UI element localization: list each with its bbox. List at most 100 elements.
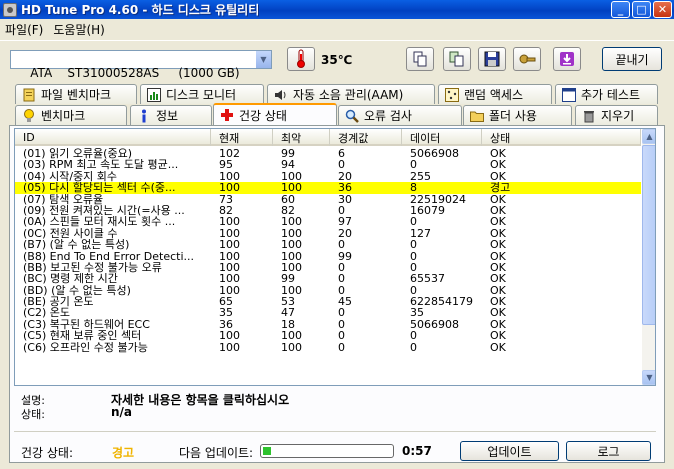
cell-worst: 100 (281, 330, 302, 342)
table-row[interactable]: (B8) End To End Error Detecti... 100 100 99… (15, 251, 641, 262)
tab-info-label: 정보 (156, 109, 179, 123)
tab-folder-usage[interactable]: 폴더 사용 (463, 105, 572, 125)
table-row[interactable]: (C6) 오프라인 수정 불가능 100 100 0 0 OK (15, 342, 641, 353)
cell-data: 16079 (410, 204, 445, 217)
cell-threshold: 0 (338, 273, 345, 285)
save-button[interactable] (478, 47, 506, 71)
menu-help[interactable]: 도움말(H) (48, 21, 110, 38)
tab-file-benchmark[interactable]: 파일 벤치마크 (15, 84, 137, 104)
scroll-down-arrow-icon[interactable]: ▼ (642, 370, 655, 385)
cell-current: 100 (219, 273, 240, 285)
toolbar: ATA ST31000528AS (1000 GB) ▼ 35℃ 끝내기 (0, 40, 674, 80)
cell-worst: 99 (281, 148, 295, 160)
column-header-status[interactable]: 상태 (482, 129, 641, 146)
tab-extra-tests[interactable]: 추가 테스트 (555, 84, 658, 104)
tab-disk-monitor[interactable]: 디스크 모니터 (140, 84, 264, 104)
column-header-id[interactable]: ID (15, 129, 211, 146)
table-row[interactable]: (BC) 명령 제한 시간 100 99 0 65537 OK (15, 273, 641, 284)
file-benchmark-icon (22, 88, 36, 102)
tab-disk-monitor-label: 디스크 모니터 (166, 88, 237, 102)
cell-threshold: 97 (338, 216, 352, 228)
table-row[interactable]: (C3) 복구된 하드웨어 ECC 36 18 0 5066908 OK (15, 319, 641, 330)
cell-worst: 100 (281, 170, 302, 183)
cell-data: 0 (410, 261, 417, 274)
column-header-worst[interactable]: 최악 (273, 129, 330, 146)
table-row[interactable]: (09) 전원 켜져있는 시간(=사용 ... 82 82 0 16079 OK (15, 205, 641, 216)
cell-threshold: 45 (338, 296, 352, 308)
table-scrollbar[interactable]: ▲ ▼ (642, 129, 655, 385)
tab-info[interactable]: 정보 (130, 105, 212, 125)
tab-health[interactable]: 건강 상태 (213, 103, 337, 125)
cell-status: OK (490, 239, 506, 251)
tab-aam-label: 자동 소음 관리(AAM) (293, 88, 404, 102)
table-row[interactable]: (04) 시작/중지 회수 100 100 20 255 OK (15, 171, 641, 182)
close-button[interactable]: ✕ (653, 1, 672, 18)
temperature-button[interactable] (287, 47, 315, 71)
tab-benchmark[interactable]: 벤치마크 (15, 105, 127, 125)
menu-bar: 파일(F) 도움말(H) (0, 19, 674, 39)
cell-id: (B8) End To End Error Detecti... (23, 250, 195, 262)
table-row[interactable]: (0C) 전원 사이클 수 100 100 20 127 OK (15, 228, 641, 239)
tab-erase[interactable]: 지우기 (575, 105, 658, 125)
options-button[interactable] (513, 47, 541, 71)
cell-status: OK (490, 284, 506, 297)
floppy-icon (484, 51, 500, 67)
minimize-button[interactable]: _ (611, 1, 630, 18)
tab-aam[interactable]: 자동 소음 관리(AAM) (267, 84, 435, 104)
column-header-threshold[interactable]: 경계값 (330, 129, 402, 146)
table-row[interactable]: (07) 탐색 오류율 73 60 30 22519024 OK (15, 194, 641, 205)
cell-current: 100 (219, 330, 240, 342)
chevron-down-icon[interactable]: ▼ (255, 51, 271, 68)
copy-all-button[interactable] (443, 47, 471, 71)
cell-data: 0 (410, 330, 417, 342)
table-row[interactable]: (0A) 스핀들 모터 재시도 횟수 ... 100 100 97 0 OK (15, 216, 641, 227)
cell-status: OK (490, 273, 506, 285)
table-header: ID 현재 최악 경계값 데이터 상태 (15, 129, 641, 146)
column-header-current[interactable]: 현재 (211, 129, 273, 146)
cell-id: (01) 읽기 오류율(중요) (23, 148, 132, 160)
scroll-up-arrow-icon[interactable]: ▲ (642, 129, 655, 144)
cell-id: (BB) 보고된 수정 불가능 오류 (23, 261, 162, 274)
table-row[interactable]: (BE) 공기 온도 65 53 45 622854179 OK (15, 296, 641, 307)
log-button[interactable]: 로그 (566, 441, 651, 461)
cell-id: (C6) 오프라인 수정 불가능 (23, 341, 148, 354)
column-header-data[interactable]: 데이터 (402, 129, 482, 146)
drive-select[interactable]: ATA ST31000528AS (1000 GB) ▼ (10, 50, 272, 80)
health-status-value: 경고 (112, 446, 135, 460)
table-row[interactable]: (03) RPM 최고 속도 도달 평균... 95 94 0 0 OK (15, 159, 641, 170)
exit-button[interactable]: 끝내기 (602, 47, 662, 71)
tab-error-scan[interactable]: 오류 검사 (338, 105, 462, 125)
cell-threshold: 6 (338, 148, 345, 160)
app-disk-icon (3, 2, 17, 17)
table-row[interactable]: (05) 다시 할당되는 섹터 수(중... 100 100 36 8 경고 (15, 182, 641, 194)
cell-id: (04) 시작/중지 회수 (23, 170, 117, 183)
menu-file[interactable]: 파일(F) (0, 21, 48, 38)
table-row[interactable]: (01) 읽기 오류율(중요) 102 99 6 5066908 OK (15, 148, 641, 159)
cell-worst: 18 (281, 318, 295, 331)
cell-current: 100 (219, 261, 240, 274)
tab-random-access[interactable]: 랜덤 액세스 (438, 84, 552, 104)
cell-status: OK (490, 261, 506, 274)
update-button[interactable]: 업데이트 (460, 441, 559, 461)
download-button[interactable] (553, 47, 581, 71)
red-cross-icon (220, 108, 234, 122)
table-body: (01) 읽기 오류율(중요) 102 99 6 5066908 OK (03) RPM 최… (15, 148, 641, 353)
window-title: HD Tune Pro 4.60 - 하드 디스크 유틸리티 (21, 3, 260, 17)
cell-current: 100 (219, 284, 240, 297)
cell-id: (BE) 공기 온도 (23, 296, 94, 308)
table-row[interactable]: (BB) 보고된 수정 불가능 오류 100 100 0 0 OK (15, 262, 641, 273)
table-row[interactable]: (C5) 현재 보류 중인 섹터 100 100 0 0 OK (15, 330, 641, 341)
cell-id: (BD) (알 수 없는 특성) (23, 284, 131, 297)
table-row[interactable]: (C2) 온도 35 47 0 35 OK (15, 307, 641, 318)
tab-folder-usage-label: 폴더 사용 (489, 109, 537, 123)
cell-status: 경고 (490, 182, 511, 194)
scrollbar-thumb[interactable] (642, 145, 655, 325)
table-row[interactable]: (BD) (알 수 없는 특성) 100 100 0 0 OK (15, 285, 641, 296)
cell-status: OK (490, 307, 506, 319)
table-row[interactable]: (B7) (알 수 없는 특성) 100 100 0 0 OK (15, 239, 641, 250)
copy-info-button[interactable] (406, 47, 434, 71)
cell-data: 0 (410, 216, 417, 228)
maximize-button[interactable]: □ (632, 1, 651, 18)
cell-worst: 100 (281, 239, 302, 251)
cell-current: 100 (219, 250, 240, 262)
